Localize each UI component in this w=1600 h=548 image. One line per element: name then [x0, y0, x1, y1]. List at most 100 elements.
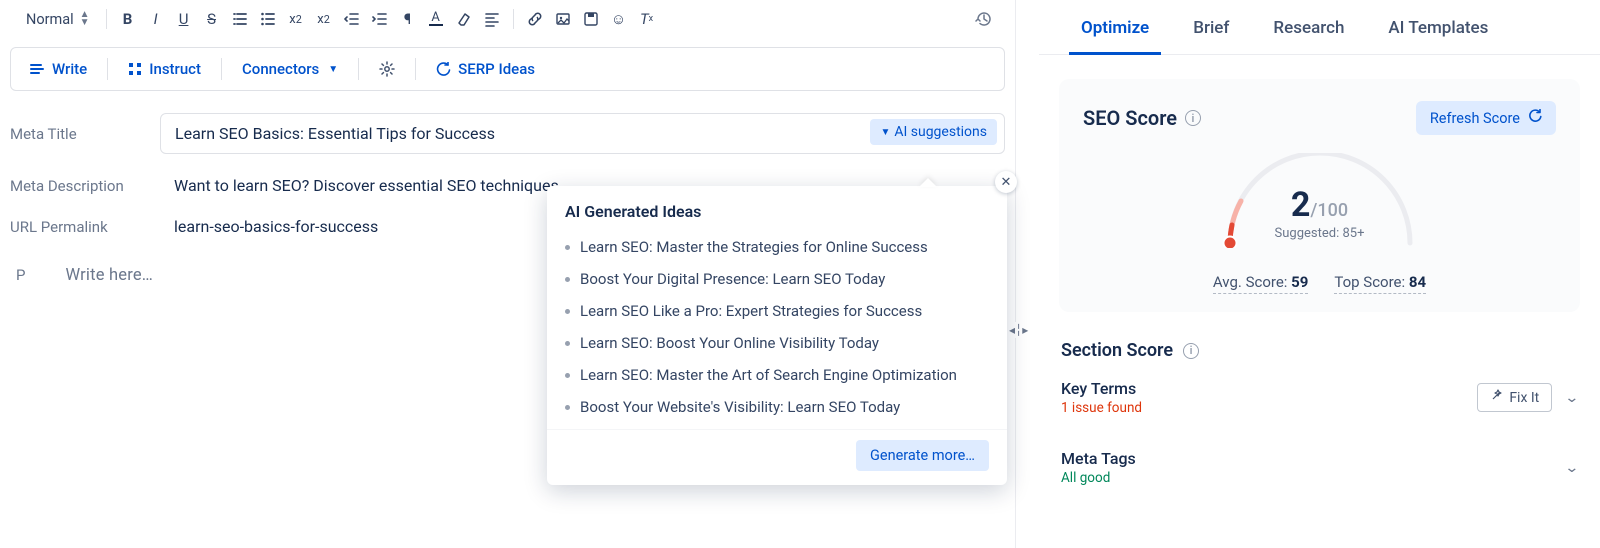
separator: [221, 58, 222, 80]
issue-status: All good: [1061, 470, 1136, 486]
score-value: 2: [1291, 185, 1311, 225]
caret-down-icon: ▼: [328, 64, 338, 75]
info-icon[interactable]: i: [1183, 343, 1199, 359]
ai-ideas-popover: ✕ AI Generated Ideas Learn SEO: Master t…: [547, 186, 1007, 485]
pane-resizer[interactable]: ◂╎▸: [1015, 0, 1039, 548]
ai-suggestions-button[interactable]: ▼ AI suggestions: [870, 119, 997, 145]
align-button[interactable]: [479, 6, 505, 32]
idea-item[interactable]: Boost Your Digital Presence: Learn SEO T…: [547, 263, 1007, 295]
separator: [415, 58, 416, 80]
save-button-icon[interactable]: [578, 6, 604, 32]
instruct-button[interactable]: Instruct: [122, 56, 207, 82]
issue-meta-tags: Meta Tags All good ⌄: [1061, 449, 1578, 501]
refresh-score-label: Refresh Score: [1430, 110, 1520, 127]
editor-placeholder: Write here…: [65, 266, 153, 285]
meta-title-label: Meta Title: [10, 125, 160, 143]
section-score-title: Section Score i: [1061, 340, 1578, 361]
write-label: Write: [52, 60, 87, 78]
ordered-list-button[interactable]: [227, 6, 253, 32]
refresh-score-button[interactable]: Refresh Score: [1416, 101, 1556, 135]
indent-button[interactable]: [367, 6, 393, 32]
element-tag: P: [10, 266, 25, 284]
score-stats: Avg. Score: 59 Top Score: 84: [1083, 273, 1556, 294]
instruct-label: Instruct: [149, 60, 201, 78]
sort-icon: ▲▼: [80, 11, 90, 27]
right-panel: Optimize Brief Research AI Templates SEO…: [1039, 0, 1600, 548]
seo-score-title: SEO Score i: [1083, 106, 1201, 130]
tab-brief[interactable]: Brief: [1171, 0, 1251, 54]
serp-ideas-label: SERP Ideas: [458, 60, 535, 78]
paragraph-style-label: Normal: [26, 11, 74, 28]
separator: [107, 58, 108, 80]
settings-button[interactable]: [373, 57, 401, 81]
idea-item[interactable]: Learn SEO Like a Pro: Expert Strategies …: [547, 295, 1007, 327]
unordered-list-button[interactable]: [255, 6, 281, 32]
paragraph-style-select[interactable]: Normal ▲▼: [18, 7, 98, 32]
highlight-button[interactable]: [451, 6, 477, 32]
write-icon: [29, 62, 45, 76]
gear-icon: [379, 61, 395, 77]
wand-icon: [1490, 389, 1503, 406]
separator: [513, 9, 514, 29]
close-button[interactable]: ✕: [995, 171, 1017, 193]
write-button[interactable]: Write: [23, 56, 93, 82]
bullet-icon: [565, 373, 570, 378]
bold-button[interactable]: B: [115, 6, 141, 32]
meta-url-label: URL Permalink: [10, 218, 160, 236]
ai-suggestions-label: AI suggestions: [894, 124, 987, 140]
generate-more-button[interactable]: Generate more…: [856, 440, 989, 471]
instruct-icon: [128, 62, 142, 76]
strikethrough-button[interactable]: S: [199, 6, 225, 32]
top-score: Top Score: 84: [1334, 273, 1426, 294]
refresh-icon: [1528, 109, 1542, 127]
superscript-button[interactable]: x2: [311, 6, 337, 32]
image-button[interactable]: [550, 6, 576, 32]
idea-item[interactable]: Boost Your Website's Visibility: Learn S…: [547, 391, 1007, 423]
avg-score: Avg. Score: 59: [1213, 273, 1308, 294]
text-color-button[interactable]: A: [423, 6, 449, 32]
panel-tabs: Optimize Brief Research AI Templates: [1039, 0, 1600, 55]
bullet-icon: [565, 309, 570, 314]
fix-it-label: Fix It: [1509, 390, 1539, 406]
history-button[interactable]: [971, 6, 997, 32]
tab-research[interactable]: Research: [1251, 0, 1366, 54]
meta-title-value: Learn SEO Basics: Essential Tips for Suc…: [175, 124, 495, 143]
idea-item[interactable]: Learn SEO: Master the Strategies for Onl…: [547, 231, 1007, 263]
meta-title-row: Meta Title Learn SEO Basics: Essential T…: [10, 113, 1005, 154]
issue-name: Key Terms: [1061, 379, 1142, 398]
bullet-icon: [565, 245, 570, 250]
fix-it-button[interactable]: Fix It: [1477, 383, 1552, 412]
bullet-icon: [565, 405, 570, 410]
italic-button[interactable]: I: [143, 6, 169, 32]
idea-item[interactable]: Learn SEO: Boost Your Online Visibility …: [547, 327, 1007, 359]
bullet-icon: [565, 341, 570, 346]
issue-status: 1 issue found: [1061, 400, 1142, 416]
link-button[interactable]: [522, 6, 548, 32]
issue-key-terms: Key Terms 1 issue found Fix It ⌄: [1061, 379, 1578, 431]
chevron-down-icon[interactable]: ⌄: [1565, 390, 1580, 406]
tab-optimize[interactable]: Optimize: [1059, 0, 1171, 54]
score-suggested: Suggested: 85+: [1083, 226, 1556, 241]
underline-button[interactable]: U: [171, 6, 197, 32]
emoji-button[interactable]: ☺: [606, 6, 632, 32]
tab-ai-templates[interactable]: AI Templates: [1366, 0, 1510, 54]
refresh-icon: [436, 62, 451, 77]
connectors-label: Connectors: [242, 60, 319, 78]
chevron-down-icon[interactable]: ⌄: [1565, 460, 1580, 476]
outdent-button[interactable]: [339, 6, 365, 32]
separator: [358, 58, 359, 80]
connectors-button[interactable]: Connectors ▼: [236, 56, 344, 82]
caret-down-icon: ▼: [880, 127, 890, 138]
bullet-icon: [565, 277, 570, 282]
format-toolbar: Normal ▲▼ B I U S x2 x2 ¶ A: [10, 0, 1005, 39]
paragraph-icon[interactable]: ¶: [395, 6, 421, 32]
info-icon[interactable]: i: [1185, 110, 1201, 126]
score-gauge: 2/100 Suggested: 85+: [1083, 153, 1556, 263]
idea-item[interactable]: Learn SEO: Master the Art of Search Engi…: [547, 359, 1007, 391]
seo-score-card: SEO Score i Refresh Score 2/100: [1059, 79, 1580, 312]
popover-title: AI Generated Ideas: [547, 186, 1007, 231]
clear-format-button[interactable]: Tx: [634, 6, 660, 32]
resize-handle-icon: ◂╎▸: [1009, 322, 1028, 338]
subscript-button[interactable]: x2: [283, 6, 309, 32]
serp-ideas-button[interactable]: SERP Ideas: [430, 56, 541, 82]
